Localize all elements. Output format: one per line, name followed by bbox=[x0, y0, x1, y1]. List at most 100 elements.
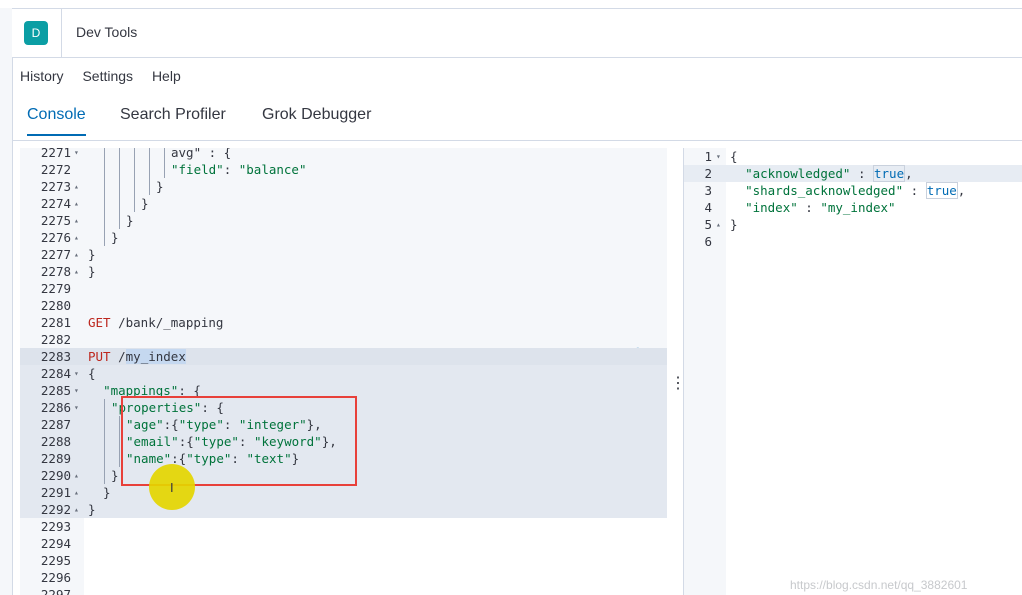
top-strip bbox=[0, 0, 1022, 9]
editor-line[interactable]: 2278 ▴} bbox=[20, 263, 667, 280]
help-link[interactable]: Help bbox=[152, 68, 181, 84]
editor-line[interactable]: 2272 "field": "balance" bbox=[20, 161, 667, 178]
editor-line[interactable]: 2293 bbox=[20, 518, 667, 535]
indent-guide bbox=[134, 195, 135, 212]
code-text: avg" : { bbox=[171, 148, 232, 160]
fold-toggle-icon[interactable]: ▴ bbox=[74, 484, 79, 501]
line-number: 2282 bbox=[40, 332, 71, 347]
line-number: 2274 bbox=[40, 196, 71, 211]
code-text: { bbox=[88, 366, 96, 381]
editor-line[interactable]: 2292 ▴} bbox=[20, 501, 667, 518]
indent-guide bbox=[104, 399, 105, 416]
indent-guide bbox=[104, 161, 105, 178]
app-avatar[interactable]: D bbox=[24, 21, 48, 45]
code-text: "index" : "my_index" bbox=[745, 200, 896, 215]
editor-line[interactable]: 2275 ▴} bbox=[20, 212, 667, 229]
fold-toggle-icon[interactable]: ▾ bbox=[74, 148, 79, 161]
indent-guide bbox=[119, 433, 120, 450]
editor-line[interactable]: 2295 bbox=[20, 552, 667, 569]
code-text: { bbox=[730, 149, 738, 164]
app-header: D Dev Tools bbox=[12, 9, 1022, 58]
indent-guide bbox=[104, 416, 105, 433]
indent-guide bbox=[134, 178, 135, 195]
settings-link[interactable]: Settings bbox=[82, 68, 133, 84]
indent-guide bbox=[104, 195, 105, 212]
fold-toggle-icon[interactable]: ▾ bbox=[74, 399, 79, 416]
line-number: 2272 bbox=[40, 162, 71, 177]
fold-toggle-icon[interactable]: ▾ bbox=[74, 365, 79, 382]
fold-toggle-icon[interactable]: ▴ bbox=[74, 229, 79, 246]
fold-toggle-icon[interactable]: ▴ bbox=[74, 195, 79, 212]
editor-line[interactable]: 2282 bbox=[20, 331, 667, 348]
editor-line[interactable]: 2273 ▴} bbox=[20, 178, 667, 195]
editor-line[interactable]: 2274 ▴} bbox=[20, 195, 667, 212]
code-text: "shards_acknowledged" : true, bbox=[745, 182, 966, 199]
fold-toggle-icon[interactable]: ▴ bbox=[74, 501, 79, 518]
response-line: 3 "shards_acknowledged" : true, bbox=[684, 182, 1022, 199]
editor-line[interactable]: 2280 bbox=[20, 297, 667, 314]
editor-line[interactable]: 2277 ▴} bbox=[20, 246, 667, 263]
line-number: 2286 bbox=[40, 400, 71, 415]
editor-line[interactable]: 2276 ▴} bbox=[20, 229, 667, 246]
editor-line[interactable]: 2283 PUT /my_index bbox=[20, 348, 667, 365]
indent-guide bbox=[119, 178, 120, 195]
line-number: 2277 bbox=[40, 247, 71, 262]
indent-guide bbox=[149, 178, 150, 195]
code-text: "field": "balance" bbox=[171, 162, 307, 177]
request-editor[interactable]: 2271 ▾ avg" : {2272 "field": "balance" 2273 ▴… bbox=[20, 148, 667, 595]
editor-line[interactable]: 2291 ▴ } bbox=[20, 484, 667, 501]
line-number: 1 bbox=[704, 149, 712, 164]
line-number: 3 bbox=[704, 183, 712, 198]
indent-guide bbox=[119, 416, 120, 433]
response-line: 2 "acknowledged" : true, bbox=[684, 165, 1022, 182]
code-text: GET /bank/_mapping bbox=[88, 315, 224, 330]
history-link[interactable]: History bbox=[20, 68, 64, 84]
line-number: 2 bbox=[704, 166, 712, 181]
fold-toggle-icon[interactable]: ▴ bbox=[716, 216, 721, 233]
indent-guide bbox=[119, 450, 120, 467]
line-number: 2273 bbox=[40, 179, 71, 194]
panel-resizer-handle[interactable]: ⋮ bbox=[670, 372, 686, 396]
line-number: 2285 bbox=[40, 383, 71, 398]
editor-line[interactable]: 2294 bbox=[20, 535, 667, 552]
line-number: 2284 bbox=[40, 366, 71, 381]
fold-toggle-icon[interactable]: ▴ bbox=[74, 263, 79, 280]
indent-guide bbox=[134, 148, 135, 161]
fold-toggle-icon[interactable]: ▴ bbox=[74, 246, 79, 263]
fold-toggle-icon[interactable]: ▴ bbox=[74, 212, 79, 229]
indent-guide bbox=[119, 161, 120, 178]
tab-search-profiler[interactable]: Search Profiler bbox=[120, 106, 226, 134]
response-line: 5 ▴} bbox=[684, 216, 1022, 233]
code-text: } bbox=[111, 468, 119, 483]
editor-line[interactable]: 2279 bbox=[20, 280, 667, 297]
line-number: 2281 bbox=[40, 315, 71, 330]
code-text: PUT /my_index bbox=[88, 349, 186, 364]
fold-toggle-icon[interactable]: ▴ bbox=[74, 467, 79, 484]
fold-toggle-icon[interactable]: ▾ bbox=[716, 148, 721, 165]
code-text: } bbox=[88, 502, 96, 517]
line-number: 2279 bbox=[40, 281, 71, 296]
line-number: 2287 bbox=[40, 417, 71, 432]
line-number: 2296 bbox=[40, 570, 71, 585]
line-number: 6 bbox=[704, 234, 712, 249]
line-number: 4 bbox=[704, 200, 712, 215]
editor-line[interactable]: 2281 GET /bank/_mapping bbox=[20, 314, 667, 331]
fold-toggle-icon[interactable]: ▴ bbox=[74, 178, 79, 195]
editor-line[interactable]: 2297 bbox=[20, 586, 667, 595]
editor-line[interactable]: 2284 ▾ { bbox=[20, 365, 667, 382]
code-text: } bbox=[156, 179, 164, 194]
tab-console[interactable]: Console bbox=[27, 106, 86, 136]
code-text: } bbox=[126, 213, 134, 228]
indent-guide bbox=[104, 212, 105, 229]
indent-guide bbox=[164, 148, 165, 161]
editor-line[interactable]: 2271 ▾ avg" : { bbox=[20, 148, 667, 161]
code-text: } bbox=[88, 485, 111, 500]
line-number: 2288 bbox=[40, 434, 71, 449]
line-number: 2293 bbox=[40, 519, 71, 534]
fold-toggle-icon[interactable]: ▾ bbox=[74, 382, 79, 399]
tab-grok-debugger[interactable]: Grok Debugger bbox=[262, 106, 371, 134]
line-number: 2278 bbox=[40, 264, 71, 279]
editor-line[interactable]: 2296 bbox=[20, 569, 667, 586]
top-menu: History Settings Help bbox=[20, 68, 196, 84]
indent-guide bbox=[119, 148, 120, 161]
